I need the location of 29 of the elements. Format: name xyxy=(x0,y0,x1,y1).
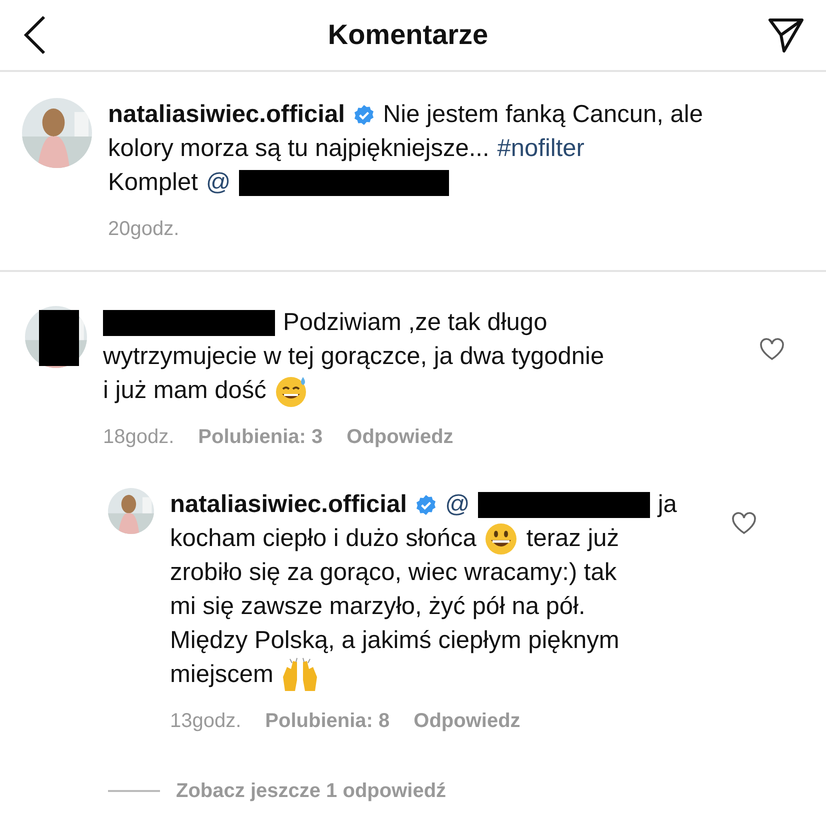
timestamp: 20godz. xyxy=(108,218,180,240)
comment-text: Nie jestem fanką Cancun, ale xyxy=(382,100,703,130)
comment-text: kocham ciepło i dużo słońca xyxy=(170,524,476,554)
comment-text: mi się zawsze marzyło, żyć pół na pół. xyxy=(170,592,586,622)
timestamp: 18godz. xyxy=(103,425,174,450)
page-title: Komentarze xyxy=(328,18,488,52)
link[interactable]: @ xyxy=(444,488,470,522)
comment-text: ja xyxy=(658,490,677,520)
grinning-face-icon xyxy=(484,522,518,556)
timestamp: 13godz. xyxy=(170,709,242,734)
comment-text: kolory morza są tu najpiękniejsze... xyxy=(108,134,490,164)
raised-hands-icon xyxy=(281,657,320,693)
username[interactable]: nataliasiwiec.official xyxy=(170,488,407,522)
comment-text: wytrzymujecie w tej gorączce, ja dwa tygodnie xyxy=(103,342,604,372)
comment-text: Między Polską, a jakimś ciepłym pięknym xyxy=(170,626,620,656)
comment-text: teraz już xyxy=(526,524,620,554)
comment-text: Podziwiam ,ze tak długo xyxy=(283,308,548,338)
back-icon[interactable] xyxy=(22,15,48,55)
heart-icon[interactable] xyxy=(759,336,785,361)
link[interactable]: @ xyxy=(206,166,231,200)
link[interactable]: #nofilter xyxy=(497,132,584,166)
comment-text: zrobiło się za gorąco, wiec wracamy:) tak xyxy=(170,558,617,588)
sweat-smile-icon xyxy=(274,374,308,408)
comment-text: Komplet xyxy=(108,168,198,198)
heart-icon[interactable] xyxy=(731,510,757,535)
username[interactable]: nataliasiwiec.official xyxy=(108,98,345,132)
comment-text: miejscem xyxy=(170,660,274,690)
comment-text: i już mam dość xyxy=(103,376,266,406)
send-icon[interactable] xyxy=(768,17,804,53)
